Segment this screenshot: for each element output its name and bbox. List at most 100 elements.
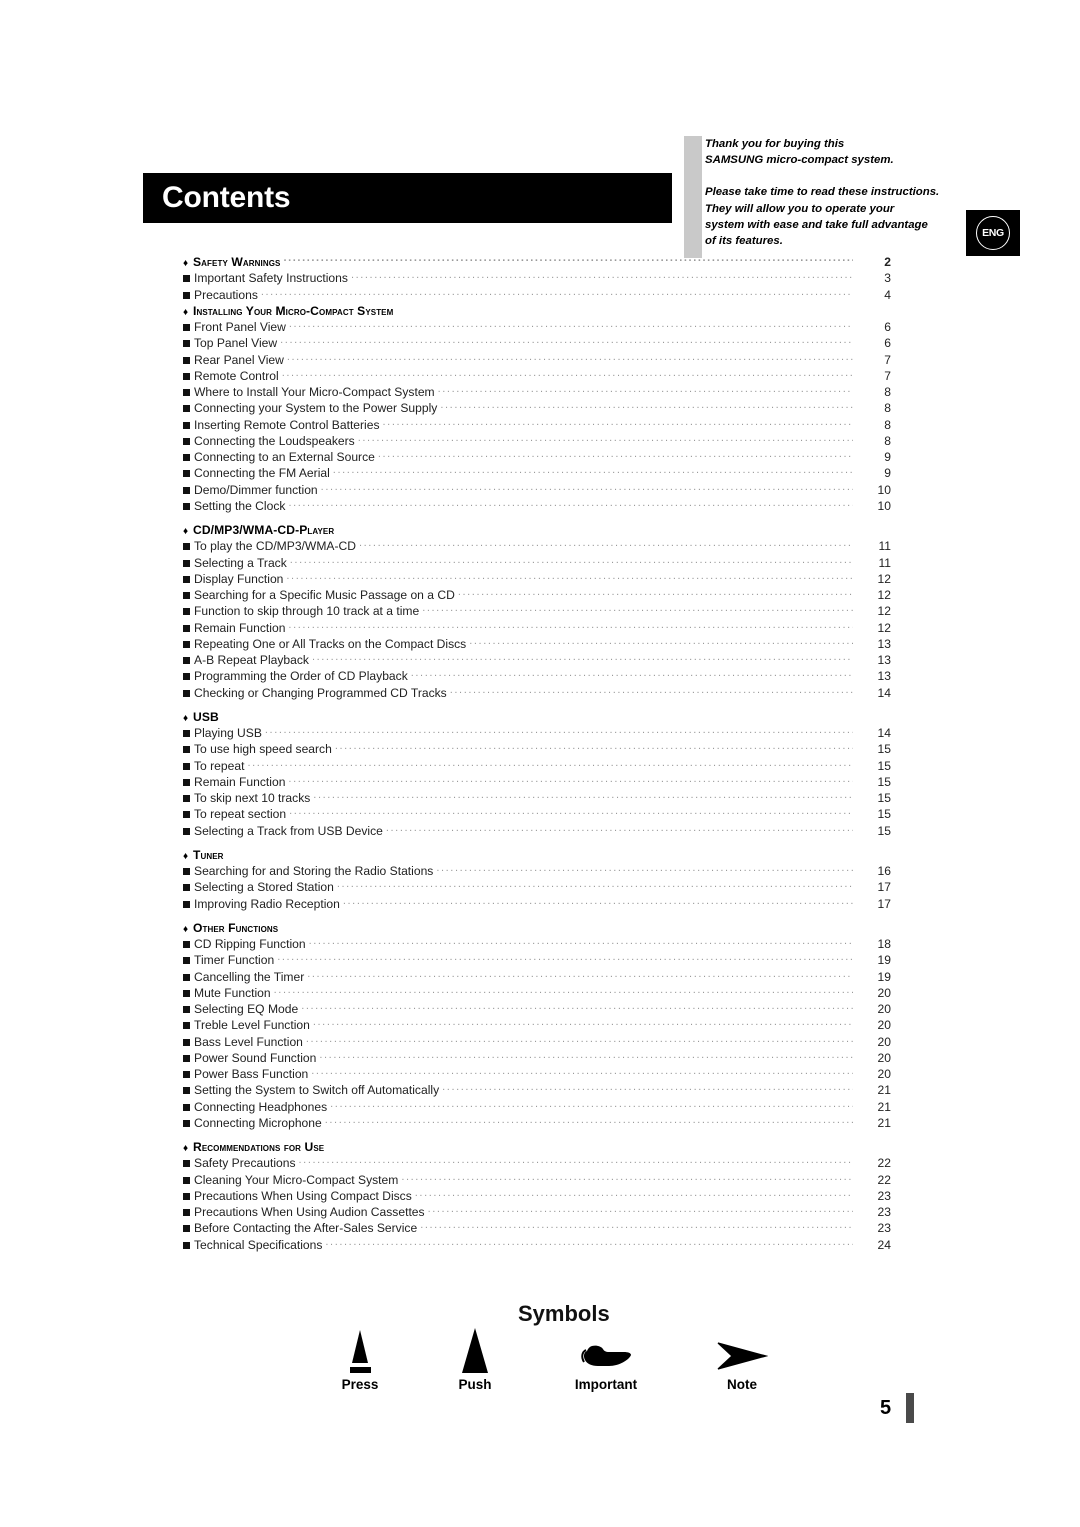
- toc-entry[interactable]: To play the CD/MP3/WMA-CD 11: [183, 538, 891, 554]
- toc-entry[interactable]: To repeat 15: [183, 758, 891, 774]
- toc-entry[interactable]: Power Bass Function 20: [183, 1066, 891, 1082]
- toc-entry[interactable]: Repeating One or All Tracks on the Compa…: [183, 636, 891, 652]
- pointing-hand-icon: [546, 1315, 666, 1373]
- toc-entry[interactable]: Improving Radio Reception 17: [183, 896, 891, 912]
- toc-entry[interactable]: Setting the System to Switch off Automat…: [183, 1082, 891, 1098]
- toc-entry[interactable]: Connecting to an External Source 9: [183, 449, 891, 465]
- toc-entry[interactable]: Remote Control 7: [183, 368, 891, 384]
- toc-entry[interactable]: Front Panel View 6: [183, 319, 891, 335]
- square-bullet-icon: [183, 466, 194, 480]
- toc-entry[interactable]: Top Panel View 6: [183, 335, 891, 351]
- toc-entry-label: Searching for a Specific Music Passage o…: [194, 588, 455, 602]
- toc-entry[interactable]: Safety Precautions 22: [183, 1155, 891, 1171]
- toc-entry[interactable]: Selecting a Stored Station 17: [183, 879, 891, 895]
- toc-entry[interactable]: Precautions When Using Audion Cassettes 2…: [183, 1204, 891, 1220]
- toc-leader-dots: [330, 1099, 853, 1111]
- toc-entry-label: Programming the Order of CD Playback: [194, 669, 408, 684]
- toc-entry[interactable]: Technical Specifications 24: [183, 1237, 891, 1253]
- toc-entry-label: Installing Your Micro-Compact System: [193, 303, 394, 318]
- toc-page-number: 9: [884, 450, 891, 464]
- toc-entry[interactable]: Precautions 4: [183, 287, 891, 303]
- toc-entry[interactable]: Connecting the Loudspeakers 8: [183, 433, 891, 449]
- toc-entry[interactable]: A-B Repeat Playback 13: [183, 652, 891, 668]
- toc-entry[interactable]: Playing USB 14: [183, 725, 891, 741]
- toc-entry[interactable]: Function to skip through 10 track at a t…: [183, 603, 891, 619]
- toc-entry-label: Power Bass Function: [194, 1067, 309, 1081]
- toc-entry[interactable]: To repeat section 15: [183, 806, 891, 822]
- toc-entry[interactable]: Inserting Remote Control Batteries 8: [183, 417, 891, 433]
- toc-section-header[interactable]: ♦ Recommendations for Use: [183, 1139, 891, 1155]
- toc-entry-label: Setting the Clock: [194, 498, 286, 513]
- note-line: Please take time to read these instructi…: [705, 186, 940, 199]
- toc-entry-label: Precautions When Using Compact Discs: [194, 1188, 412, 1203]
- toc-entry[interactable]: Cancelling the Timer 19: [183, 969, 891, 985]
- toc-entry[interactable]: Remain Function 15: [183, 774, 891, 790]
- toc-entry[interactable]: Demo/Dimmer function 10: [183, 482, 891, 498]
- toc-page-number: 4: [884, 287, 891, 302]
- toc-entry[interactable]: CD Ripping Function 18: [183, 936, 891, 952]
- toc-section-header[interactable]: ♦ Installing Your Micro-Compact System: [183, 303, 891, 319]
- toc-section-header[interactable]: ♦ USB: [183, 709, 891, 725]
- toc-page-number: 6: [884, 336, 891, 351]
- toc-entry[interactable]: Connecting your System to the Power Supp…: [183, 400, 891, 416]
- toc-entry[interactable]: Treble Level Function 20: [183, 1017, 891, 1033]
- toc-leader-dots: [378, 449, 853, 461]
- toc-page-number: 13: [877, 636, 891, 651]
- toc-leader-dots: [325, 1237, 853, 1249]
- toc-entry[interactable]: Selecting a Track 11: [183, 555, 891, 571]
- toc-entry[interactable]: Setting the Clock 10: [183, 498, 891, 514]
- diamond-bullet-icon: ♦: [183, 712, 189, 724]
- toc-entry[interactable]: Connecting Headphones 21: [183, 1099, 891, 1115]
- toc-entry-label: Remote Control: [194, 368, 279, 383]
- toc-entry[interactable]: Precautions When Using Compact Discs 23: [183, 1188, 891, 1204]
- toc-section-header[interactable]: ♦ Safety Warnings 2: [183, 254, 891, 270]
- toc-entry-label: Demo/Dimmer function: [194, 482, 318, 497]
- toc-entry[interactable]: To use high speed search 15: [183, 741, 891, 757]
- table-of-contents: ♦Safety Warnings2Important Safety Instru…: [183, 254, 891, 1253]
- toc-entry-label: Playing USB: [194, 726, 262, 740]
- toc-leader-dots: [227, 847, 853, 859]
- toc-entry[interactable]: Programming the Order of CD Playback 13: [183, 668, 891, 684]
- toc-entry[interactable]: Display Function 12: [183, 571, 891, 587]
- toc-entry[interactable]: To skip next 10 tracks 15: [183, 790, 891, 806]
- square-bullet-icon: [183, 1116, 194, 1130]
- toc-entry[interactable]: Timer Function 19: [183, 952, 891, 968]
- toc-page-number: 15: [877, 774, 891, 789]
- toc-section-header[interactable]: ♦ Tuner: [183, 847, 891, 863]
- toc-entry-label: To play the CD/MP3/WMA-CD: [194, 539, 356, 554]
- toc-entry[interactable]: Selecting a Track from USB Device 15: [183, 823, 891, 839]
- toc-entry[interactable]: Power Sound Function 20: [183, 1050, 891, 1066]
- toc-entry[interactable]: Important Safety Instructions 3: [183, 270, 891, 286]
- toc-entry[interactable]: Selecting EQ Mode 20: [183, 1001, 891, 1017]
- square-bullet-icon: [183, 385, 194, 399]
- toc-entry-label: Searching for and Storing the Radio Stat…: [194, 864, 434, 878]
- toc-entry[interactable]: Connecting the FM Aerial 9: [183, 465, 891, 481]
- toc-entry[interactable]: Searching for a Specific Music Passage o…: [183, 587, 891, 603]
- toc-entry[interactable]: Bass Level Function 20: [183, 1034, 891, 1050]
- toc-leader-dots: [307, 969, 853, 981]
- symbol-note: Note: [682, 1315, 802, 1392]
- toc-entry[interactable]: Rear Panel View 7: [183, 352, 891, 368]
- toc-page-number: 14: [877, 685, 891, 700]
- toc-entry[interactable]: Before Contacting the After-Sales Servic…: [183, 1220, 891, 1236]
- note-line: Thank you for buying this: [705, 138, 845, 150]
- toc-entry-label: Treble Level Function: [194, 1018, 310, 1033]
- toc-entry[interactable]: Connecting Microphone 21: [183, 1115, 891, 1131]
- toc-page-number: 17: [877, 896, 891, 911]
- toc-page-number: 15: [877, 742, 891, 757]
- toc-entry[interactable]: Where to Install Your Micro-Compact Syst…: [183, 384, 891, 400]
- toc-entry-label: Improving Radio Reception: [194, 896, 340, 911]
- toc-entry-label: Connecting your System to the Power Supp…: [194, 401, 438, 416]
- toc-entry[interactable]: Mute Function 20: [183, 985, 891, 1001]
- toc-entry[interactable]: Searching for and Storing the Radio Stat…: [183, 863, 891, 879]
- diamond-bullet-icon: ♦: [183, 526, 189, 537]
- toc-entry-label: Remain Function: [194, 620, 286, 635]
- toc-entry[interactable]: Remain Function 12: [183, 620, 891, 636]
- toc-entry[interactable]: Cleaning Your Micro-Compact System 22: [183, 1172, 891, 1188]
- toc-section-header[interactable]: ♦ CD/MP3/WMA-CD-Player: [183, 522, 891, 538]
- toc-leader-dots: [337, 522, 853, 534]
- toc-leader-dots: [313, 1017, 853, 1029]
- square-bullet-icon: [183, 1189, 194, 1203]
- toc-entry[interactable]: Checking or Changing Programmed CD Track…: [183, 685, 891, 701]
- toc-section-header[interactable]: ♦ Other Functions: [183, 920, 891, 936]
